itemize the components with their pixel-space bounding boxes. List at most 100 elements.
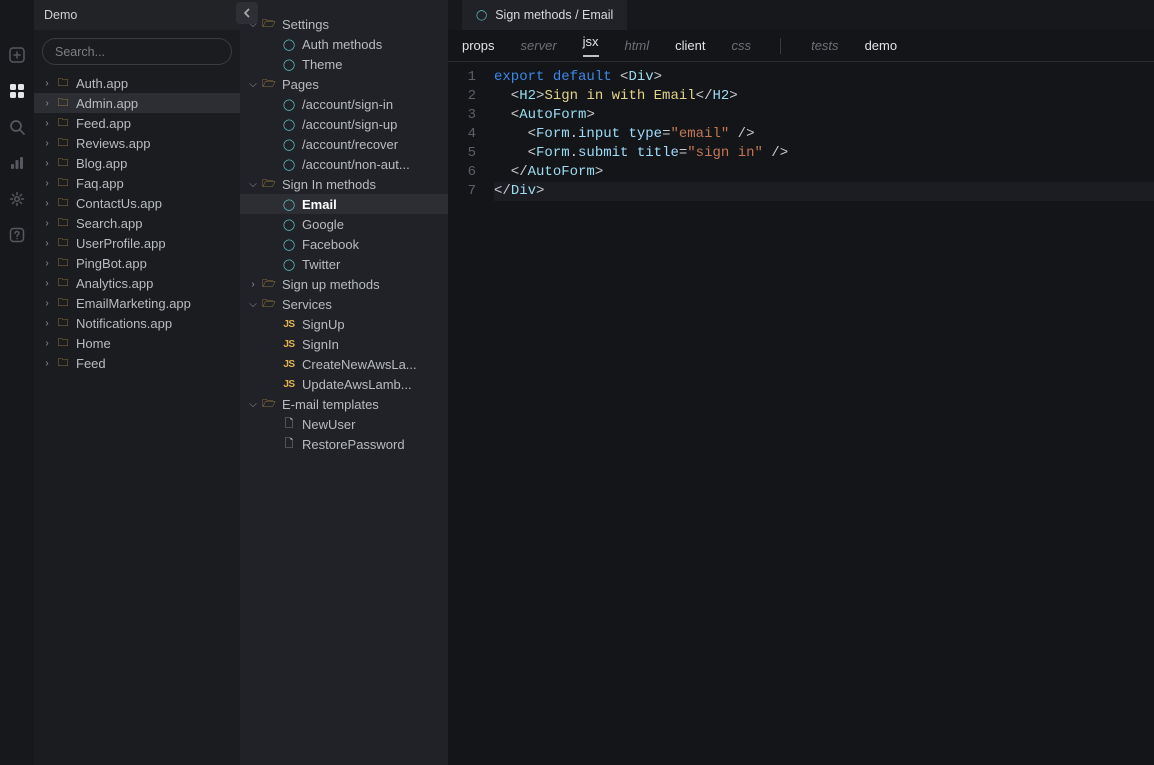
group-label: E-mail templates xyxy=(282,397,379,412)
search-input[interactable] xyxy=(42,38,232,65)
app-item[interactable]: ›🗀EmailMarketing.app xyxy=(34,293,240,313)
tree-item[interactable]: ◯Google xyxy=(240,214,448,234)
view-props[interactable]: props xyxy=(462,38,495,53)
view-jsx[interactable]: jsx xyxy=(583,34,599,57)
doc-icon: 🗋 xyxy=(282,435,296,454)
item-label: Feed.app xyxy=(76,116,131,131)
apps-panel: Demo ›🗀Auth.app›🗀Admin.app › 🗀 Feed.app ›🗀Re… xyxy=(34,0,240,765)
tree-item[interactable]: ◯Theme xyxy=(240,54,448,74)
item-label: Theme xyxy=(302,57,342,72)
tree-item[interactable]: 🗋 RestorePassword xyxy=(240,434,448,454)
item-label: /account/sign-up xyxy=(302,117,397,132)
group-header[interactable]: ⌵🗁Services xyxy=(240,294,448,314)
folder-icon: 🗀 xyxy=(56,254,70,273)
group-label: Services xyxy=(282,297,332,312)
active-tab[interactable]: ◯ Sign methods / Email xyxy=(462,0,628,30)
chevron-right-icon: › xyxy=(42,298,52,309)
group-header[interactable]: ⌵🗁Sign In methods xyxy=(240,174,448,194)
group-label: Sign In methods xyxy=(282,177,376,192)
app-item[interactable]: ›🗀Feed.app xyxy=(34,113,240,133)
app-item[interactable]: ›🗀Home xyxy=(34,333,240,353)
group-header[interactable]: ⌵🗁Pages xyxy=(240,74,448,94)
js-icon: JS xyxy=(282,319,296,330)
structure-panel: ⌵🗁Settings◯Auth methods◯Theme⌵🗁Pages◯/ac… xyxy=(240,0,448,765)
project-title: Demo xyxy=(44,8,77,22)
tree-item[interactable]: 🗋NewUser xyxy=(240,414,448,434)
app-item[interactable]: ›🗀Auth.app xyxy=(34,73,240,93)
folder-icon: 🗀 xyxy=(56,314,70,333)
view-tests[interactable]: tests xyxy=(811,38,838,53)
item-label: /account/sign-in xyxy=(302,97,393,112)
tree-item[interactable]: ◯Email xyxy=(240,194,448,214)
app-item[interactable]: ›🗀Search.app xyxy=(34,213,240,233)
view-client[interactable]: client xyxy=(675,38,705,53)
item-label: CreateNewAwsLa... xyxy=(302,357,417,372)
group-header[interactable]: ›🗁Sign up methods xyxy=(240,274,448,294)
item-label: ContactUs.app xyxy=(76,196,162,211)
chevron-right-icon: › xyxy=(248,279,258,290)
chevron-right-icon: › xyxy=(42,78,52,89)
search-icon[interactable] xyxy=(8,118,26,136)
item-label: Google xyxy=(302,217,344,232)
app-item[interactable]: ›🗀Analytics.app xyxy=(34,273,240,293)
app-item[interactable]: ›🗀UserProfile.app xyxy=(34,233,240,253)
chevron-right-icon: › xyxy=(42,158,52,169)
tree-item[interactable]: JSCreateNewAwsLa... xyxy=(240,354,448,374)
code-line: <Form.input type="email" /> xyxy=(494,125,1154,144)
view-css[interactable]: css xyxy=(731,38,751,53)
app-item[interactable]: ›🗀Notifications.app xyxy=(34,313,240,333)
chevron-right-icon: › xyxy=(42,218,52,229)
tree-item[interactable]: ◯/account/sign-up xyxy=(240,114,448,134)
app-item[interactable]: ›🗀Faq.app xyxy=(34,173,240,193)
view-server[interactable]: server xyxy=(521,38,557,53)
doc-icon: 🗋 xyxy=(282,415,296,434)
item-label: Faq.app xyxy=(76,176,124,191)
chart-icon[interactable] xyxy=(8,154,26,172)
item-label: EmailMarketing.app xyxy=(76,296,191,311)
tree-item[interactable]: ◯/account/recover xyxy=(240,134,448,154)
group-header[interactable]: ⌵🗁E-mail templates xyxy=(240,394,448,414)
code-line: </Div> xyxy=(494,182,1154,201)
tree-item[interactable]: ◯Auth methods xyxy=(240,34,448,54)
collapse-panel-button[interactable] xyxy=(236,2,258,24)
tree-item[interactable]: ◯Facebook xyxy=(240,234,448,254)
tab-title: Sign methods / Email xyxy=(495,8,613,22)
circle-icon: ◯ xyxy=(282,158,296,171)
app-item[interactable]: ›🗀Feed xyxy=(34,353,240,373)
folder-icon: 🗀 xyxy=(56,114,70,133)
code-line: <H2>Sign in with Email</H2> xyxy=(494,87,1154,106)
item-label: Analytics.app xyxy=(76,276,153,291)
folder-icon: 🗀 xyxy=(56,154,70,173)
tree-item[interactable]: JSUpdateAwsLamb... xyxy=(240,374,448,394)
tree-item[interactable]: ◯/account/non-aut... xyxy=(240,154,448,174)
folder-open-icon: 🗁 xyxy=(262,275,276,294)
view-demo[interactable]: demo xyxy=(865,38,898,53)
chevron-down-icon: ⌵ xyxy=(248,399,258,410)
apps-icon[interactable] xyxy=(8,82,26,100)
app-item[interactable]: ›🗀ContactUs.app xyxy=(34,193,240,213)
code-editor[interactable]: 1234567 export default <Div> <H2>Sign in… xyxy=(448,62,1154,765)
chevron-right-icon: › xyxy=(42,198,52,209)
help-icon[interactable] xyxy=(8,226,26,244)
view-html[interactable]: html xyxy=(625,38,650,53)
app-item[interactable]: › 🗀 Blog.app xyxy=(34,153,240,173)
folder-icon: 🗀 xyxy=(56,274,70,293)
gear-icon[interactable] xyxy=(8,190,26,208)
tree-item[interactable]: JSSignUp xyxy=(240,314,448,334)
group-header[interactable]: ⌵🗁Settings xyxy=(240,14,448,34)
tree-item[interactable]: JSSignIn xyxy=(240,334,448,354)
item-label: RestorePassword xyxy=(302,437,405,452)
plus-icon[interactable] xyxy=(8,46,26,64)
circle-icon: ◯ xyxy=(282,38,296,51)
tree-item[interactable]: ◯Twitter xyxy=(240,254,448,274)
tree-item[interactable]: ◯/account/sign-in xyxy=(240,94,448,114)
view-bar: props server jsx html client css │ tests… xyxy=(448,30,1154,62)
code-line: <AutoForm> xyxy=(494,106,1154,125)
app-item[interactable]: ›🗀Reviews.app xyxy=(34,133,240,153)
item-label: Blog.app xyxy=(76,156,127,171)
item-label: Twitter xyxy=(302,257,340,272)
app-item[interactable]: ›🗀PingBot.app xyxy=(34,253,240,273)
item-label: PingBot.app xyxy=(76,256,147,271)
tab-bar: ◯ Sign methods / Email xyxy=(448,0,1154,30)
app-item[interactable]: ›🗀Admin.app xyxy=(34,93,240,113)
